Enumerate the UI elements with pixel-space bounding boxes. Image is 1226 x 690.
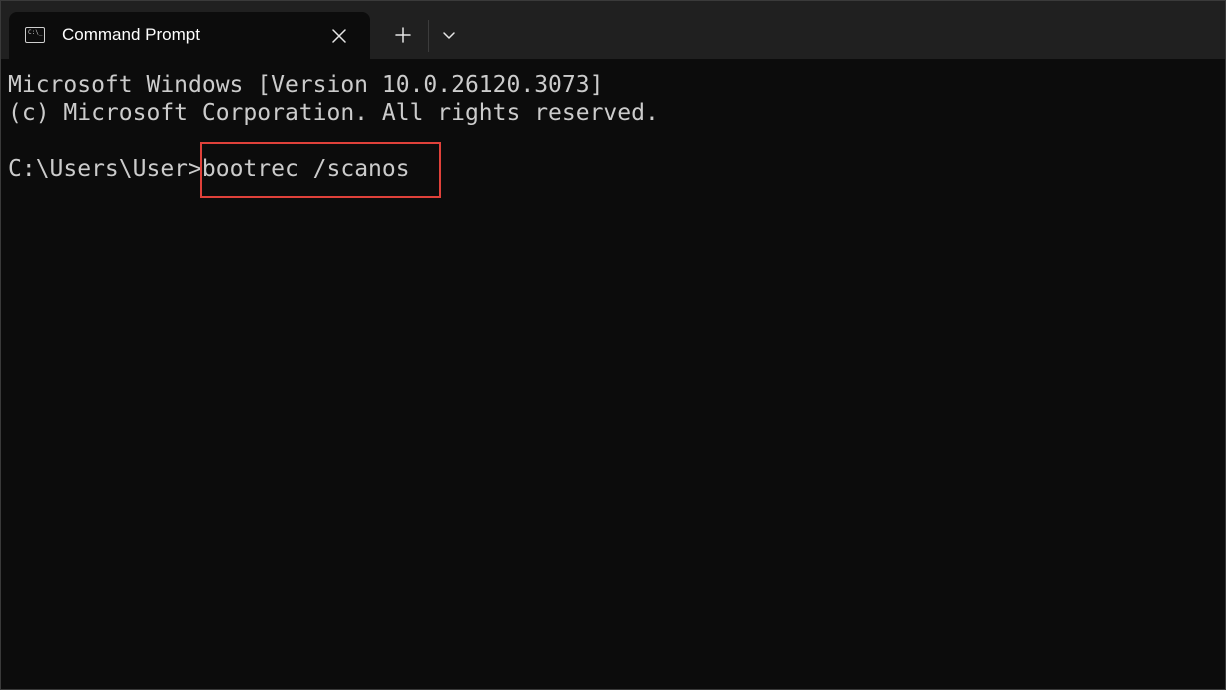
tab-divider [428, 20, 429, 52]
terminal-output[interactable]: Microsoft Windows [Version 10.0.26120.30… [1, 59, 1225, 689]
command-text: bootrec /scanos [201, 156, 410, 182]
profiles-dropdown-button[interactable] [433, 20, 465, 50]
terminal-window: C:\_ Command Prompt Microsoft Windows [V… [0, 0, 1226, 690]
tab-strip: C:\_ Command Prompt [1, 1, 1225, 59]
tab-command-prompt[interactable]: C:\_ Command Prompt [9, 12, 370, 59]
version-line: Microsoft Windows [Version 10.0.26120.30… [8, 72, 604, 98]
cmd-icon-text: C:\_ [28, 29, 43, 36]
plus-icon [395, 27, 411, 43]
chevron-down-icon [443, 32, 455, 39]
prompt-text: C:\Users\User> [8, 156, 202, 182]
close-tab-button[interactable] [328, 25, 350, 47]
command-line[interactable]: C:\Users\User>bootrec /scanos [8, 155, 410, 183]
copyright-line: (c) Microsoft Corporation. All rights re… [8, 100, 659, 126]
tab-title: Command Prompt [62, 25, 200, 44]
new-tab-button[interactable] [384, 20, 422, 50]
close-icon [332, 29, 346, 43]
cmd-icon: C:\_ [25, 27, 45, 43]
